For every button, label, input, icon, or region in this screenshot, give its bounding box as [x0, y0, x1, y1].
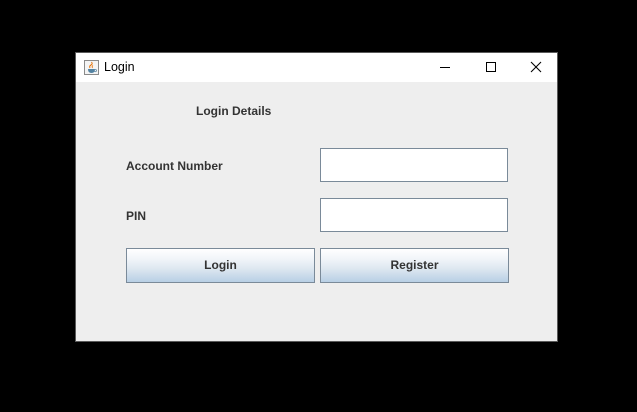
window-title: Login: [104, 60, 135, 74]
maximize-button[interactable]: [468, 53, 513, 82]
form-panel: Login Details Account Number PIN Login R…: [76, 82, 557, 341]
minimize-button[interactable]: [423, 53, 468, 82]
close-icon: [530, 61, 542, 73]
account-number-input[interactable]: [320, 148, 508, 182]
login-button[interactable]: Login: [126, 248, 315, 283]
login-window: Login Login Details Account Number PIN L…: [75, 52, 558, 342]
minimize-icon: [440, 67, 450, 68]
pin-label: PIN: [126, 209, 147, 223]
form-heading: Login Details: [196, 104, 272, 118]
title-bar[interactable]: Login: [76, 53, 557, 82]
maximize-icon: [486, 62, 496, 72]
account-number-label: Account Number: [126, 159, 223, 173]
register-button[interactable]: Register: [320, 248, 509, 283]
close-button[interactable]: [512, 53, 557, 82]
pin-input[interactable]: [320, 198, 508, 232]
java-cup-icon: [84, 60, 99, 75]
